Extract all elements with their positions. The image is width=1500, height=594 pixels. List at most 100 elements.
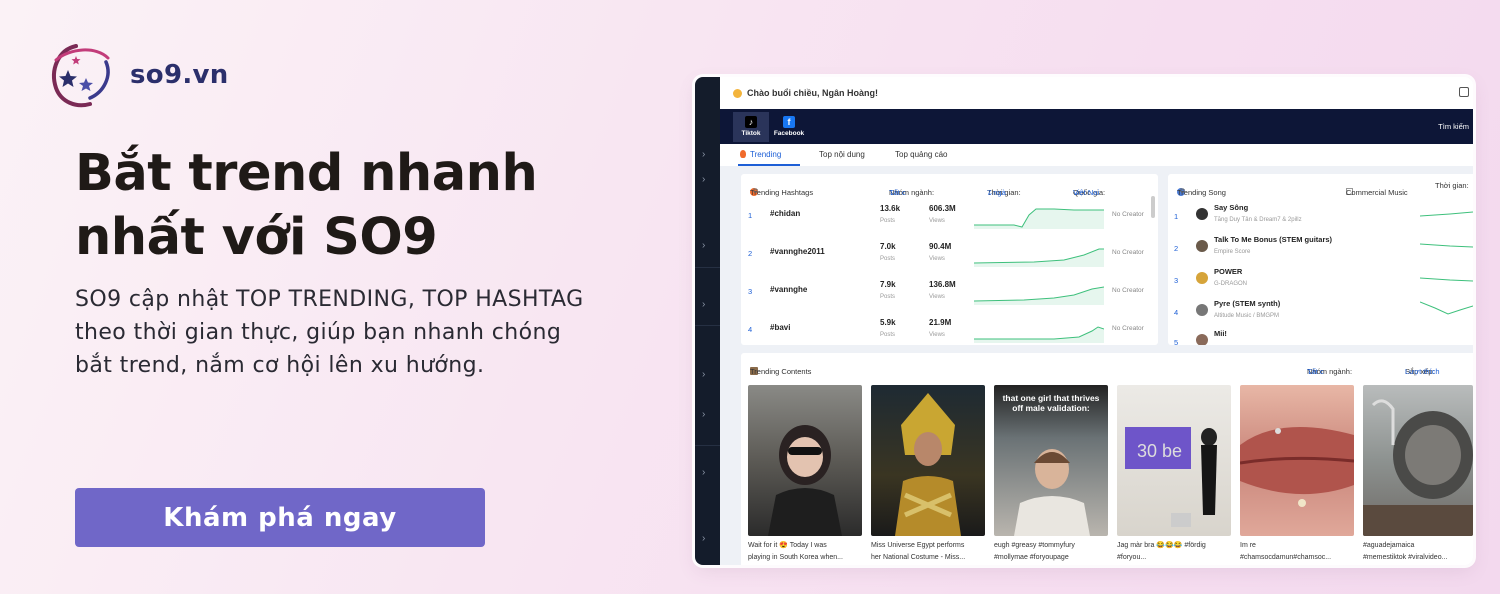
- song-title: Mii!: [1214, 329, 1227, 338]
- content-thumbnail[interactable]: that one girl that thrives off male vali…: [994, 385, 1108, 536]
- video-thumbnail-image: 30 be: [1125, 427, 1217, 527]
- hashtag-row[interactable]: 3 #vannghe 7.9k Posts 136.8M Views No Cr…: [741, 273, 1158, 311]
- chevron-right-icon[interactable]: ›: [702, 533, 705, 544]
- video-overlay-text: that one girl that thrives off male vali…: [1002, 393, 1100, 413]
- views-count: 90.4M: [929, 242, 952, 251]
- external-link-icon[interactable]: ⧉: [753, 188, 758, 196]
- hashtag: #vannghe2011: [770, 247, 825, 256]
- rank: 3: [748, 287, 753, 296]
- rank: 2: [748, 249, 753, 258]
- song-title: Pyre (STEM synth): [1214, 299, 1281, 308]
- hashtag-row[interactable]: 2 #vannghe2011 7.0k Posts 90.4M Views No…: [741, 235, 1158, 273]
- views-unit: Views: [929, 294, 945, 300]
- song-avatar: [1196, 208, 1208, 220]
- caption-line: #foryou...: [1117, 554, 1147, 561]
- app-screenshot: › › › › › › › › Chào buổi chiều, Ngân Ho…: [695, 77, 1473, 565]
- video-thumbnail-image: [895, 393, 961, 536]
- chevron-right-icon[interactable]: ›: [702, 467, 705, 478]
- hashtag: #bavi: [770, 323, 791, 332]
- hero-headline: Bắt trend nhanh nhất với SO9: [75, 142, 595, 270]
- content-caption[interactable]: eugh #greasy #tommyfury #mollymae #foryou…: [994, 540, 1108, 565]
- rank: 3: [1174, 276, 1179, 285]
- content-thumbnail[interactable]: 30 be: [1117, 385, 1231, 536]
- content-thumbnail[interactable]: [1240, 385, 1354, 536]
- hashtag-row[interactable]: 4 #bavi 5.9k Posts 21.9M Views No Creato…: [741, 311, 1158, 345]
- star-swirl-logo-icon: [52, 44, 110, 108]
- hashtag-row[interactable]: 1 #chidan 13.6k Posts 606.3M Views No Cr…: [741, 197, 1158, 235]
- song-title: Say Sông: [1214, 203, 1249, 212]
- song-avatar: [1196, 240, 1208, 252]
- grid-menu-icon[interactable]: [1459, 87, 1469, 97]
- scrollbar[interactable]: [1151, 196, 1155, 218]
- panel-header: Trending Song ⧉ Commercial Music Thời gia…: [1168, 174, 1473, 197]
- hero-subtext: SO9 cập nhật TOP TRENDING, TOP HASHTAG t…: [75, 283, 655, 382]
- content-caption[interactable]: Miss Universe Egypt performs her National…: [871, 540, 985, 565]
- title-text: Trending Hashtags: [750, 188, 814, 197]
- content-caption[interactable]: #aguadejamaica #memestiktok #viralvideo..…: [1363, 540, 1473, 565]
- caption-line: #mollymae #foryoupage: [994, 554, 1069, 561]
- video-thumbnail-image: [1363, 399, 1473, 536]
- views-unit: Views: [929, 256, 945, 262]
- chevron-right-icon[interactable]: ›: [702, 409, 705, 420]
- views-count: 606.3M: [929, 204, 956, 213]
- chevron-down-icon: ⌄: [987, 188, 994, 197]
- chevron-right-icon[interactable]: ›: [702, 369, 705, 380]
- explore-now-button[interactable]: Khám phá ngay: [75, 488, 485, 547]
- content-thumbnail[interactable]: [1363, 385, 1473, 536]
- song-row[interactable]: 5 Mii!: [1168, 324, 1473, 345]
- creator-label: No Creator: [1112, 211, 1144, 218]
- panel-header: Trending Hashtags ⧉ Nhóm ngành: Tất c ⌄ T…: [741, 174, 1158, 197]
- chevron-right-icon[interactable]: ›: [702, 149, 705, 160]
- song-avatar: [1196, 334, 1208, 345]
- app-topbar: Chào buổi chiều, Ngân Hoàng!: [720, 77, 1473, 109]
- caption-line: #memestiktok #viralvideo...: [1363, 554, 1448, 561]
- fire-icon: [740, 150, 746, 158]
- trend-sparkline: [974, 326, 1104, 343]
- platform-tiktok[interactable]: ♪ Tiktok: [733, 112, 769, 142]
- main-tabs: Trending Top nội dung Top quảng cáo: [720, 144, 1473, 166]
- song-title: Talk To Me Bonus (STEM guitars): [1214, 235, 1333, 244]
- brand-logo[interactable]: so9.vn: [46, 40, 229, 110]
- rail-divider: [695, 267, 720, 268]
- search-link[interactable]: Tìm kiếm: [1438, 122, 1469, 131]
- trend-sparkline: [1420, 301, 1473, 315]
- posts-count: 13.6k: [880, 204, 901, 213]
- caption-line: Wait for it 😍 Today I was: [748, 542, 827, 549]
- song-avatar: [1196, 272, 1208, 284]
- time-filter[interactable]: Thời gian:: [1435, 181, 1469, 190]
- chevron-down-icon: ⌄: [1073, 188, 1080, 197]
- platform-label: Tiktok: [741, 130, 761, 137]
- posts-unit: Posts: [880, 332, 896, 338]
- brand-name: so9.vn: [130, 60, 229, 90]
- filter-value: Lượt thích: [1405, 367, 1440, 376]
- trend-sparkline: [1420, 211, 1473, 217]
- rail-divider: [695, 445, 720, 446]
- video-thumbnail-image: [768, 425, 842, 536]
- tab-trending[interactable]: Trending: [740, 150, 781, 159]
- chevron-right-icon[interactable]: ›: [702, 299, 705, 310]
- chevron-right-icon[interactable]: ›: [702, 174, 705, 185]
- content-caption[interactable]: Wait for it 😍 Today I was playing in Sout…: [748, 540, 862, 565]
- content-caption[interactable]: Im re #chamsocdamun#chamsoc...: [1240, 540, 1354, 565]
- platform-label: Facebook: [773, 130, 805, 137]
- song-row[interactable]: 1 Say Sông Tăng Duy Tân & Dream7 & 2pill…: [1168, 198, 1473, 230]
- content-thumbnail[interactable]: [871, 385, 985, 536]
- chevron-right-icon[interactable]: ›: [702, 240, 705, 251]
- content-thumbnail[interactable]: [748, 385, 862, 536]
- panel-header: Trending Contents Nhóm ngành: Tất c ⌄ Sắ…: [741, 353, 1473, 376]
- greeting-text: Chào buổi chiều, Ngân Hoàng!: [747, 88, 878, 98]
- posts-count: 7.9k: [880, 280, 896, 289]
- song-row[interactable]: 4 Pyre (STEM synth) Altitude Music / BMG…: [1168, 294, 1473, 326]
- song-row[interactable]: 2 Talk To Me Bonus (STEM guitars) Empire…: [1168, 230, 1473, 262]
- song-row[interactable]: 3 POWER G-DRAGON: [1168, 262, 1473, 294]
- caption-line: eugh #greasy #tommyfury: [994, 542, 1075, 549]
- content-caption[interactable]: Jag màr bra 😂😂😂 #fördig #foryou...: [1117, 540, 1231, 565]
- platform-facebook[interactable]: f Facebook: [771, 112, 807, 142]
- caption-line: Im re: [1240, 542, 1256, 549]
- external-link-icon[interactable]: ⧉: [1180, 188, 1185, 196]
- tab-top-content[interactable]: Top nội dung: [819, 150, 865, 159]
- rank: 2: [1174, 244, 1179, 253]
- tab-top-ads[interactable]: Top quảng cáo: [895, 150, 948, 159]
- song-artist: Altitude Music / BMGPM: [1214, 313, 1280, 319]
- views-unit: Views: [929, 332, 945, 338]
